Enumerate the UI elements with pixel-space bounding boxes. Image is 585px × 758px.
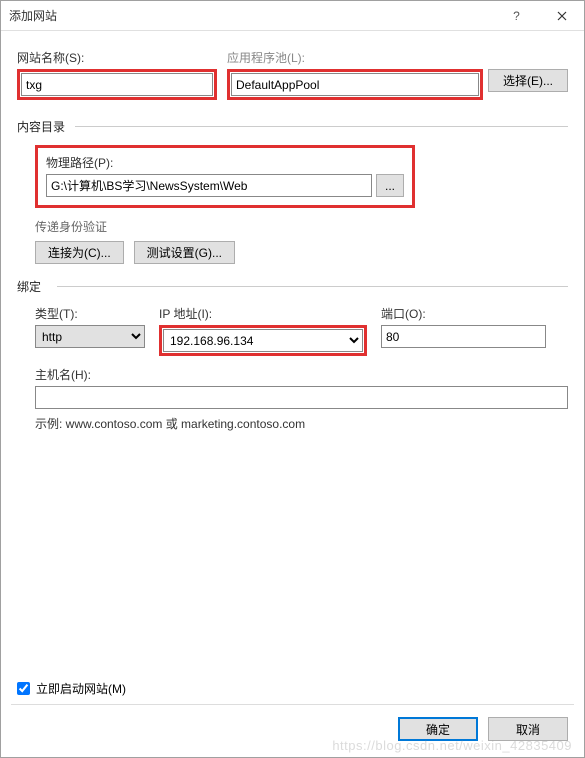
binding-type-select[interactable]: http — [35, 325, 145, 348]
binding-port-label: 端口(O): — [381, 305, 546, 322]
start-now-label: 立即启动网站(M) — [36, 680, 126, 697]
cancel-button[interactable]: 取消 — [488, 717, 568, 741]
binding-host-example: 示例: www.contoso.com 或 marketing.contoso.… — [35, 415, 568, 432]
physical-path-input[interactable] — [46, 174, 372, 197]
site-name-input[interactable] — [21, 73, 213, 96]
close-button[interactable] — [539, 1, 584, 31]
site-name-label: 网站名称(S): — [17, 49, 217, 66]
connect-as-button[interactable]: 连接为(C)... — [35, 241, 124, 264]
browse-path-button[interactable]: ... — [376, 174, 404, 197]
close-icon — [557, 11, 567, 21]
start-now-row[interactable]: 立即启动网站(M) — [17, 680, 126, 697]
select-app-pool-button[interactable]: 选择(E)... — [488, 69, 568, 92]
content-directory-legend: 内容目录 — [17, 118, 568, 135]
app-pool-input — [231, 73, 479, 96]
dialog-titlebar: 添加网站 ? — [1, 1, 584, 31]
physical-path-label: 物理路径(P): — [46, 154, 404, 171]
binding-host-input[interactable] — [35, 386, 568, 409]
binding-legend: 绑定 — [17, 278, 568, 295]
binding-port-input[interactable] — [381, 325, 546, 348]
binding-ip-label: IP 地址(I): — [159, 305, 367, 322]
start-now-checkbox[interactable] — [17, 682, 30, 695]
binding-type-label: 类型(T): — [35, 305, 145, 322]
help-button[interactable]: ? — [494, 1, 539, 31]
binding-ip-select[interactable]: 192.168.96.134 — [163, 329, 363, 352]
binding-group: 绑定 类型(T): http IP 地址(I): 192.168.96.134 — [17, 278, 568, 432]
footer-separator — [11, 704, 574, 705]
dialog-title: 添加网站 — [9, 7, 494, 24]
app-pool-label: 应用程序池(L): — [227, 49, 568, 66]
test-settings-button[interactable]: 测试设置(G)... — [134, 241, 235, 264]
ellipsis-icon: ... — [385, 179, 395, 193]
content-directory-group: 内容目录 物理路径(P): ... 传递身份验证 连接为(C)... 测试设置(… — [17, 118, 568, 264]
auth-label: 传递身份验证 — [35, 218, 568, 235]
binding-host-label: 主机名(H): — [35, 366, 568, 383]
ok-button[interactable]: 确定 — [398, 717, 478, 741]
